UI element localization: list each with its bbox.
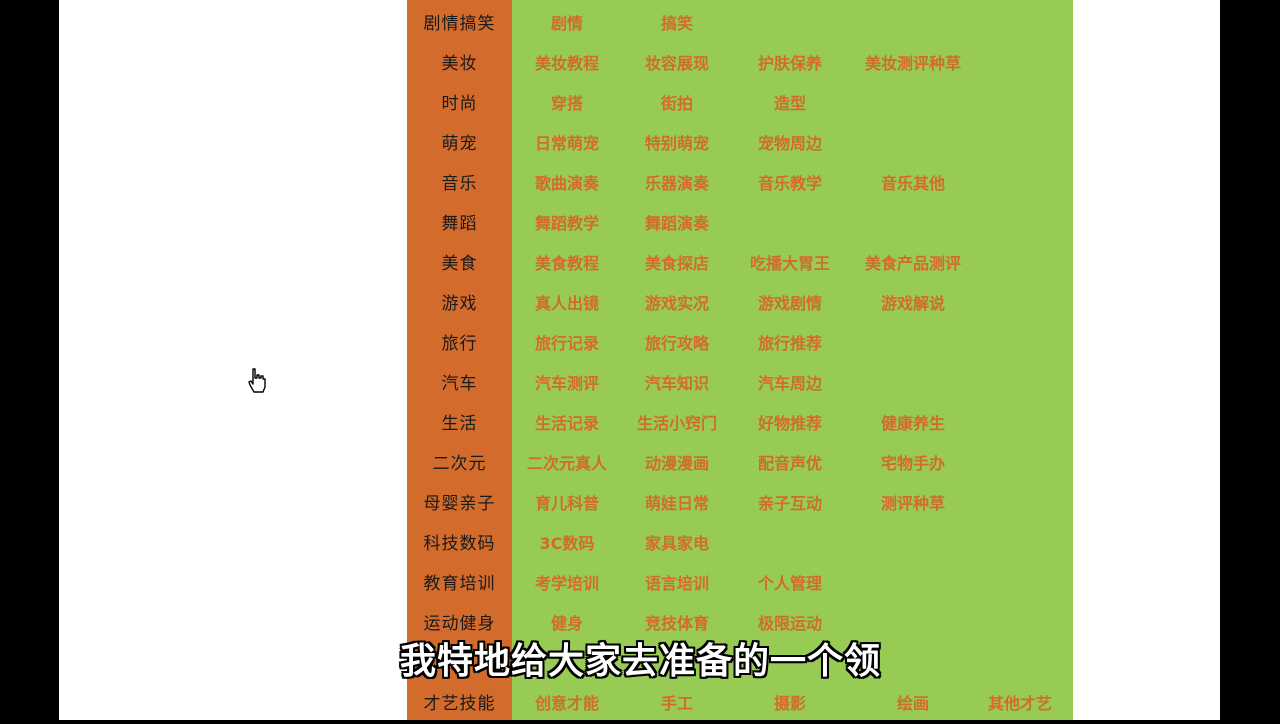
subcategory-label: 考学培训 — [534, 574, 599, 593]
subcategory-label: 游戏剧情 — [757, 294, 822, 313]
category-label: 美妆 — [441, 54, 478, 74]
subcategory-label: 二次元真人 — [526, 454, 607, 473]
subcategory-label: 舞蹈教学 — [534, 214, 599, 233]
category-label: 美食 — [441, 254, 478, 274]
subcategory-label: 美食教程 — [534, 254, 599, 273]
subcategory-label: 3C数码 — [539, 534, 595, 553]
subcategory-label: 旅行攻略 — [644, 334, 709, 353]
table-row: 科技数码 3C数码 家具家电 — [407, 524, 1073, 564]
category-label: 生活 — [441, 414, 478, 434]
subcategory-label: 美食产品测评 — [864, 254, 961, 273]
subcategory-label: 汽车测评 — [534, 374, 599, 393]
table-row: 美食 美食教程 美食探店 吃播大胃王 美食产品测评 — [407, 244, 1073, 284]
table-row: 音乐 歌曲演奏 乐器演奏 音乐教学 音乐其他 — [407, 164, 1073, 204]
subcategory-label: 音乐教学 — [757, 174, 822, 193]
subcategory-label: 真人出镜 — [534, 294, 599, 313]
subcategory-label: 萌娃日常 — [644, 494, 709, 513]
subcategory-label: 旅行记录 — [534, 334, 599, 353]
subcategory-label: 美食探店 — [644, 254, 709, 273]
subcategory-label: 穿搭 — [550, 94, 583, 113]
table-row: 萌宠 日常萌宠 特别萌宠 宠物周边 — [407, 124, 1073, 164]
subcategory-label: 吃播大胃王 — [749, 254, 830, 273]
subcategory-label: 舞蹈演奏 — [644, 214, 709, 233]
category-label: 汽车 — [441, 374, 478, 394]
subcategory-label: 音乐其他 — [880, 174, 945, 193]
category-label: 舞蹈 — [441, 214, 478, 234]
subcategory-label: 游戏实况 — [644, 294, 709, 313]
subcategory-label: 宠物周边 — [757, 134, 822, 153]
subcategory-label: 歌曲演奏 — [534, 174, 599, 193]
subcategory-label: 剧情 — [550, 14, 583, 33]
video-frame: 剧情搞笑 剧情 搞笑 美妆 美妆教程 妆容展现 护肤保养 美妆测评种草 时尚 穿搭 街拍 造型 萌宠 日常… — [59, 0, 1220, 720]
subcategory-label: 家具家电 — [644, 534, 709, 553]
table-row: 母婴亲子 育儿科普 萌娃日常 亲子互动 测评种草 — [407, 484, 1073, 524]
subcategory-label: 旅行推荐 — [757, 334, 822, 353]
subcategory-label: 美妆教程 — [534, 54, 599, 73]
subcategory-label: 配音声优 — [757, 454, 822, 473]
subcategory-label: 生活记录 — [534, 414, 599, 433]
subcategory-label: 绘画 — [896, 694, 929, 713]
subcategory-label: 亲子互动 — [757, 494, 822, 513]
subcategory-label: 妆容展现 — [644, 54, 709, 73]
table-row: 舞蹈 舞蹈教学 舞蹈演奏 — [407, 204, 1073, 244]
table-row: 游戏 真人出镜 游戏实况 游戏剧情 游戏解说 — [407, 284, 1073, 324]
table-row: 剧情搞笑 剧情 搞笑 — [407, 4, 1073, 44]
subcategory-label: 汽车知识 — [644, 374, 709, 393]
subcategory-label: 造型 — [773, 94, 806, 113]
subcategory-label: 语言培训 — [644, 574, 709, 593]
table-row: 教育培训 考学培训 语言培训 个人管理 — [407, 564, 1073, 604]
subcategory-label: 健康养生 — [880, 414, 945, 433]
subcategory-label: 宅物手办 — [880, 454, 945, 473]
table-row: 美妆 美妆教程 妆容展现 护肤保养 美妆测评种草 — [407, 44, 1073, 84]
category-label: 才艺技能 — [423, 694, 496, 714]
category-table: 剧情搞笑 剧情 搞笑 美妆 美妆教程 妆容展现 护肤保养 美妆测评种草 时尚 穿搭 街拍 造型 萌宠 日常… — [407, 0, 1073, 720]
category-label: 科技数码 — [423, 534, 496, 554]
subcategory-label: 创意才能 — [534, 694, 599, 713]
subcategory-label: 动漫漫画 — [644, 454, 709, 473]
category-label: 剧情搞笑 — [423, 14, 496, 34]
subcategory-label: 育儿科普 — [534, 494, 599, 513]
hand-pointer-icon — [248, 368, 266, 393]
category-label: 教育培训 — [423, 574, 496, 594]
subcategory-label: 日常萌宠 — [534, 134, 599, 153]
subcategory-label: 个人管理 — [757, 574, 822, 593]
subcategory-label: 摄影 — [773, 694, 806, 713]
category-label: 时尚 — [441, 94, 478, 114]
category-label: 二次元 — [432, 454, 487, 474]
video-subtitle: 我特地给大家去准备的一个领 — [400, 641, 882, 682]
table-row: 生活 生活记录 生活小窍门 好物推荐 健康养生 — [407, 404, 1073, 444]
table-row: 旅行 旅行记录 旅行攻略 旅行推荐 — [407, 324, 1073, 364]
subcategory-label: 汽车周边 — [757, 374, 822, 393]
subcategory-label: 手工 — [660, 694, 693, 713]
table-row: 汽车 汽车测评 汽车知识 汽车周边 — [407, 364, 1073, 404]
table-row: 时尚 穿搭 街拍 造型 — [407, 84, 1073, 124]
subcategory-label: 测评种草 — [880, 494, 945, 513]
subcategory-label: 美妆测评种草 — [864, 54, 961, 73]
subcategory-label: 游戏解说 — [880, 294, 945, 313]
subcategory-label: 好物推荐 — [757, 414, 822, 433]
table-row: 二次元 二次元真人 动漫漫画 配音声优 宅物手办 — [407, 444, 1073, 484]
category-label: 萌宠 — [441, 134, 478, 154]
subcategory-label: 生活小窍门 — [636, 414, 717, 433]
category-label: 游戏 — [441, 294, 478, 314]
category-label: 音乐 — [441, 174, 478, 194]
subcategory-label: 搞笑 — [660, 14, 693, 33]
category-label: 旅行 — [441, 334, 478, 354]
subcategory-label: 特别萌宠 — [644, 134, 709, 153]
subcategory-label: 街拍 — [660, 94, 693, 113]
table-row: 才艺技能 创意才能 手工 摄影 绘画 其他才艺 — [407, 684, 1073, 724]
category-label: 母婴亲子 — [423, 494, 496, 514]
subcategory-label: 护肤保养 — [757, 54, 822, 73]
subcategory-label: 其他才艺 — [987, 694, 1052, 713]
subcategory-label: 乐器演奏 — [644, 174, 709, 193]
